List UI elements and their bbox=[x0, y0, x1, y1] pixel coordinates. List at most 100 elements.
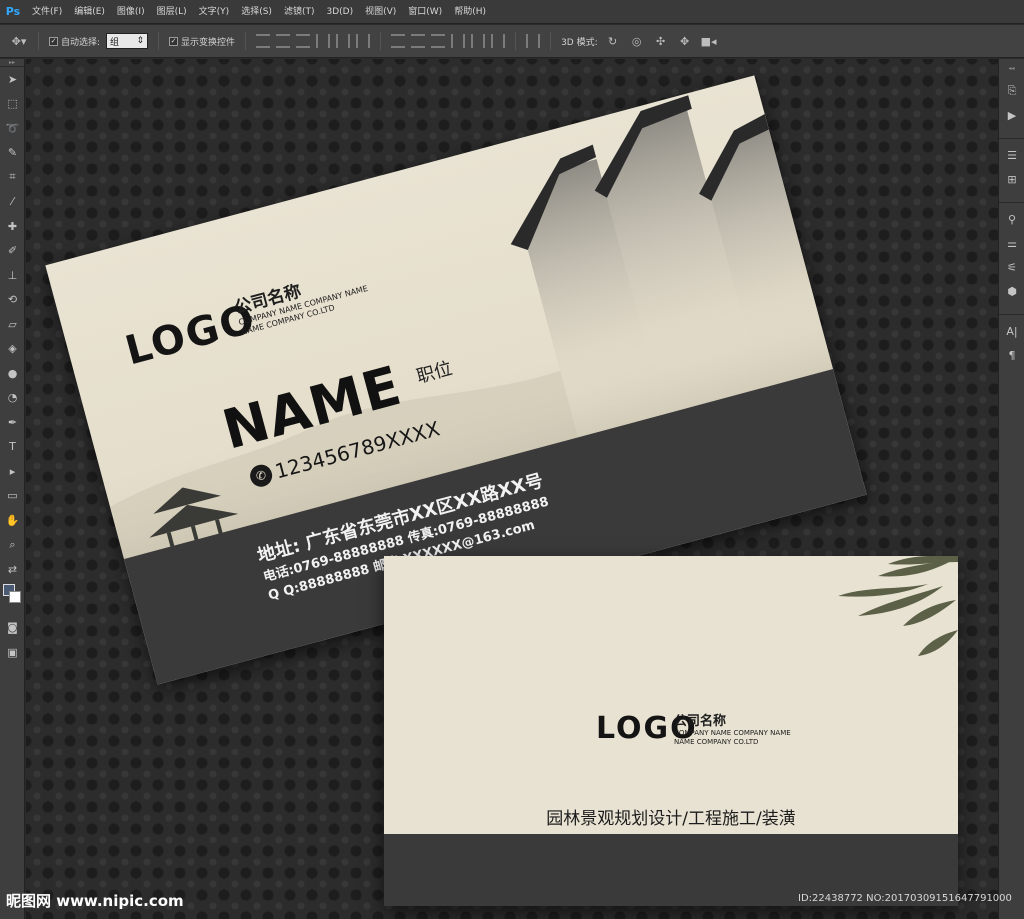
checkmark-icon: ✓ bbox=[169, 36, 179, 46]
menu-file[interactable]: 文件(F) bbox=[26, 0, 68, 24]
align-top-icon[interactable] bbox=[256, 34, 271, 48]
panel-grip[interactable]: ◂◂ bbox=[999, 59, 1024, 79]
3d-mode-label: 3D 模式: bbox=[561, 37, 598, 48]
distribute-right-icon[interactable] bbox=[491, 34, 506, 48]
hand-tool-icon[interactable]: ✋ bbox=[0, 508, 25, 533]
dodge-tool-icon[interactable]: ◔ bbox=[0, 386, 25, 411]
align-bottom-icon[interactable] bbox=[296, 34, 311, 48]
company-name-cn: 公司名称 bbox=[674, 714, 727, 729]
lasso-tool-icon[interactable]: ➰ bbox=[0, 116, 25, 141]
move-tool-icon[interactable]: ➤ bbox=[0, 67, 25, 92]
auto-select-dropdown[interactable]: 组 ⇕ bbox=[106, 33, 149, 49]
tool-presets-icon[interactable]: ⚌ bbox=[999, 231, 1024, 255]
eyedropper-tool-icon[interactable]: ⁄ bbox=[0, 190, 25, 215]
background-color-swatch[interactable] bbox=[9, 590, 21, 603]
watermark: 昵图网 www.nipic.com bbox=[6, 892, 184, 910]
align-vertical-center-icon[interactable] bbox=[276, 34, 291, 48]
menu-filter[interactable]: 滤镜(T) bbox=[278, 0, 321, 24]
eraser-tool-icon[interactable]: ▱ bbox=[0, 312, 25, 337]
move-tool-preset-icon[interactable]: ✥▾ bbox=[10, 32, 28, 50]
pen-tool-icon[interactable]: ✒ bbox=[0, 410, 25, 435]
menu-select[interactable]: 选择(S) bbox=[235, 0, 278, 24]
chevron-down-icon: ⇕ bbox=[136, 36, 145, 46]
type-tool-icon[interactable]: T bbox=[0, 435, 25, 460]
company-name-block: 公司名称 COMPANY NAME COMPANY NAME NAME COMP… bbox=[674, 710, 791, 747]
3d-roll-icon[interactable]: ◎ bbox=[628, 32, 646, 50]
document-canvas[interactable]: LOGO 公司名称 COMPANY NAME COMPANY NAME NAME… bbox=[26, 59, 998, 919]
phone-icon: ✆ bbox=[247, 462, 275, 490]
menu-3d[interactable]: 3D(D) bbox=[320, 0, 359, 24]
crop-tool-icon[interactable]: ⌗ bbox=[0, 165, 25, 190]
healing-brush-tool-icon[interactable]: ✚ bbox=[0, 214, 25, 239]
image-id: ID:22438772 NO:20170309151647791000 bbox=[798, 893, 1012, 904]
auto-select-checkbox[interactable]: ✓ 自动选择: bbox=[49, 35, 100, 48]
3d-drag-icon[interactable]: ✣ bbox=[652, 32, 670, 50]
distribute-top-icon[interactable] bbox=[391, 34, 406, 48]
actions-panel-icon[interactable]: ▶ bbox=[999, 103, 1024, 127]
business-card-back: LOGO 公司名称 COMPANY NAME COMPANY NAME NAME… bbox=[384, 556, 958, 906]
zoom-tool-icon[interactable]: ⌕ bbox=[0, 533, 25, 558]
tools-panel: ▸▸ ➤ ⬚ ➰ ✎ ⌗ ⁄ ✚ ✐ ⊥ ⟲ ▱ ◈ ● ◔ ✒ T ▸ ▭ ✋… bbox=[0, 59, 25, 919]
properties-panel-icon[interactable]: ⚟ bbox=[999, 255, 1024, 279]
history-panel-icon[interactable]: ⎘ bbox=[999, 79, 1024, 103]
distribute-horizontal-center-icon[interactable] bbox=[471, 34, 486, 48]
divider bbox=[158, 32, 160, 50]
show-transform-checkbox[interactable]: ✓ 显示变换控件 bbox=[169, 35, 235, 48]
screen-mode-icon[interactable]: ▣ bbox=[0, 640, 25, 665]
auto-select-label: 自动选择: bbox=[61, 37, 101, 48]
menu-image[interactable]: 图像(I) bbox=[111, 0, 151, 24]
divider bbox=[999, 303, 1024, 315]
show-transform-label: 显示变换控件 bbox=[181, 37, 236, 48]
brush-panel-icon[interactable]: ⚲ bbox=[999, 207, 1024, 231]
divider bbox=[380, 32, 382, 50]
marquee-tool-icon[interactable]: ⬚ bbox=[0, 92, 25, 117]
divider bbox=[999, 191, 1024, 203]
auto-select-value: 组 bbox=[110, 37, 120, 48]
options-bar: ✥▾ ✓ 自动选择: 组 ⇕ ✓ 显示变换控件 3D 模式: ↻ ◎ ✣ ✥ ■… bbox=[0, 25, 1024, 58]
panels-dock: ◂◂ ⎘ ▶ ☰ ⊞ ⚲ ⚌ ⚟ ⬢ A| ¶ bbox=[998, 59, 1024, 919]
default-colors-icon[interactable]: ⇄ bbox=[0, 557, 25, 582]
services-tagline: 园林景观规划设计/工程施工/装潢 bbox=[546, 809, 796, 829]
company-name-en-1: COMPANY NAME COMPANY NAME bbox=[674, 729, 791, 737]
history-brush-tool-icon[interactable]: ⟲ bbox=[0, 288, 25, 313]
distribute-left-icon[interactable] bbox=[451, 34, 466, 48]
adjustments-panel-icon[interactable]: ☰ bbox=[999, 143, 1024, 167]
paragraph-panel-icon[interactable]: ¶ bbox=[999, 343, 1024, 367]
align-horizontal-center-icon[interactable] bbox=[336, 34, 351, 48]
menu-window[interactable]: 窗口(W) bbox=[402, 0, 448, 24]
layers-panel-icon[interactable]: ⊞ bbox=[999, 167, 1024, 191]
3d-panel-icon[interactable]: ⬢ bbox=[999, 279, 1024, 303]
divider bbox=[999, 127, 1024, 139]
character-panel-icon[interactable]: A| bbox=[999, 319, 1024, 343]
checkmark-icon: ✓ bbox=[49, 36, 58, 46]
divider bbox=[38, 32, 39, 50]
menu-help[interactable]: 帮助(H) bbox=[448, 0, 492, 24]
quick-mask-icon[interactable]: ◙ bbox=[0, 616, 25, 641]
menu-type[interactable]: 文字(Y) bbox=[193, 0, 236, 24]
photoshop-logo: Ps bbox=[5, 5, 21, 18]
distribute-bottom-icon[interactable] bbox=[431, 34, 446, 48]
blur-tool-icon[interactable]: ● bbox=[0, 361, 25, 386]
menu-layer[interactable]: 图层(L) bbox=[151, 0, 193, 24]
bamboo-illustration bbox=[838, 556, 958, 656]
color-swatches bbox=[0, 582, 24, 616]
company-name-en-2: NAME COMPANY CO.LTD bbox=[674, 738, 759, 746]
path-select-tool-icon[interactable]: ▸ bbox=[0, 459, 25, 484]
divider bbox=[515, 32, 517, 50]
align-left-icon[interactable] bbox=[316, 34, 331, 48]
brush-tool-icon[interactable]: ✐ bbox=[0, 239, 25, 264]
panel-grip[interactable]: ▸▸ bbox=[0, 59, 24, 67]
3d-scale-icon[interactable]: ■◂ bbox=[700, 32, 718, 50]
paint-bucket-tool-icon[interactable]: ◈ bbox=[0, 337, 25, 362]
rectangle-tool-icon[interactable]: ▭ bbox=[0, 484, 25, 509]
3d-rotate-icon[interactable]: ↻ bbox=[604, 32, 622, 50]
3d-slide-icon[interactable]: ✥ bbox=[676, 32, 694, 50]
divider bbox=[550, 32, 552, 50]
quick-select-tool-icon[interactable]: ✎ bbox=[0, 141, 25, 166]
clone-stamp-tool-icon[interactable]: ⊥ bbox=[0, 263, 25, 288]
auto-align-layers-icon[interactable] bbox=[526, 34, 541, 48]
distribute-vertical-center-icon[interactable] bbox=[411, 34, 426, 48]
align-right-icon[interactable] bbox=[356, 34, 371, 48]
menu-edit[interactable]: 编辑(E) bbox=[68, 0, 111, 24]
menu-view[interactable]: 视图(V) bbox=[359, 0, 402, 24]
